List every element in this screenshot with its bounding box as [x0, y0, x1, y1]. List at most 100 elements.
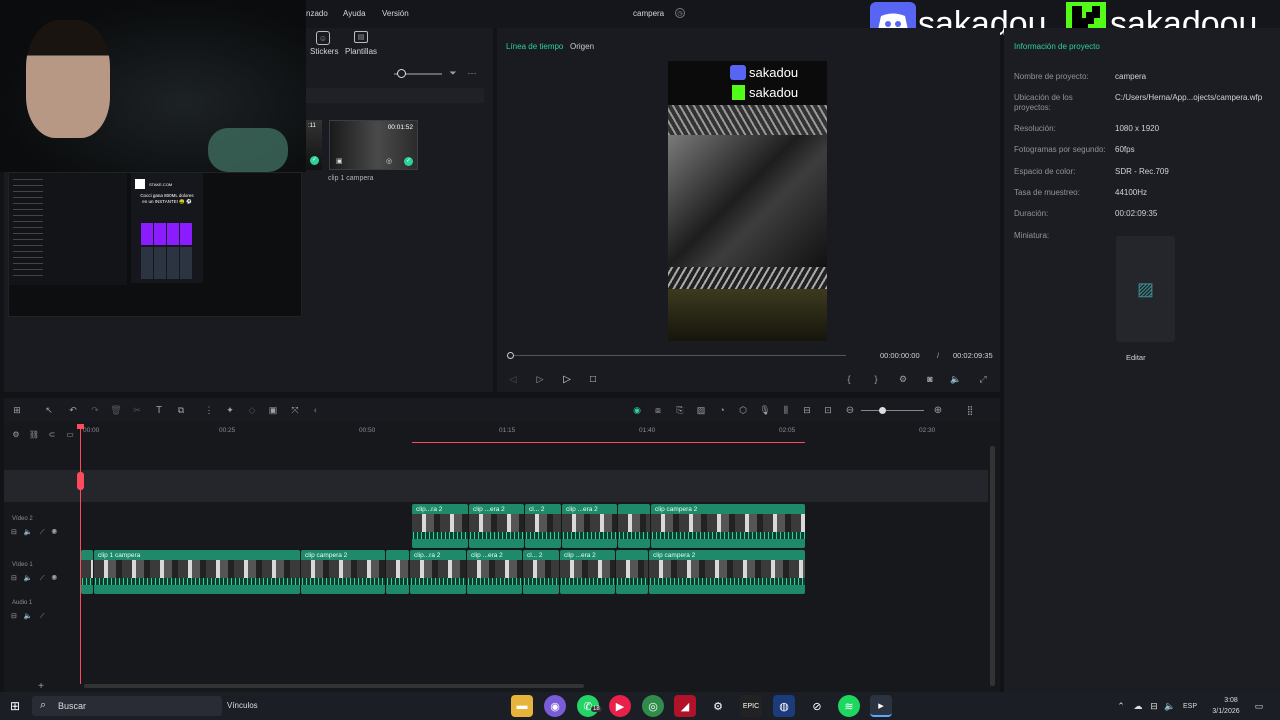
zoom-knob[interactable] — [879, 407, 886, 414]
timeline-clip[interactable]: clip campera 2 — [649, 550, 805, 594]
chrome-icon[interactable]: ◎ — [642, 695, 664, 717]
sticker-icon[interactable]: ☺ — [316, 31, 330, 45]
delete-icon[interactable]: 🗑 — [110, 404, 122, 416]
video1-track-controls[interactable]: ⊟🔈⟋◉ — [11, 574, 64, 583]
add-track-icon[interactable]: + — [36, 681, 46, 692]
app-icon[interactable]: ◉ — [544, 695, 566, 717]
timeline-clip[interactable]: clip ...era 2 — [467, 550, 522, 594]
game-app-icon[interactable]: ◢ — [674, 695, 696, 717]
media-thumb-partial[interactable]: :11 ✓ — [306, 120, 322, 170]
language-indicator[interactable]: ESP — [1183, 703, 1197, 710]
filmora-icon[interactable]: ▸ — [870, 695, 892, 717]
menu-item-version[interactable]: Versión — [382, 9, 409, 18]
mask-icon[interactable]: ⬡ — [737, 404, 749, 416]
playhead-handle[interactable] — [77, 424, 84, 429]
undo-icon[interactable]: ↶ — [67, 404, 79, 416]
timeline-clip[interactable]: cl... 2 — [523, 550, 559, 594]
spotify-icon[interactable]: ≋ — [838, 695, 860, 717]
tab-stickers[interactable]: Stickers — [310, 47, 338, 56]
zoom-out-icon[interactable]: ⊖ — [844, 404, 856, 416]
settings-gear-icon[interactable]: ⚙ — [707, 695, 729, 717]
play-icon[interactable]: ▷ — [561, 373, 573, 385]
cloud-icon[interactable]: ☁ — [1133, 701, 1143, 711]
playhead[interactable] — [80, 424, 81, 684]
properties-header[interactable]: Información de proyecto — [1014, 42, 1100, 51]
tab-timeline[interactable]: Línea de tiempo — [506, 42, 563, 51]
video-preview[interactable]: sakadou sakadou — [668, 61, 827, 341]
mark-in-icon[interactable]: { — [843, 373, 855, 385]
work-area-range[interactable] — [412, 442, 805, 443]
edit-thumbnail-button[interactable]: Editar — [1126, 353, 1146, 362]
text-icon[interactable]: T — [153, 404, 165, 416]
game-bar-icon[interactable]: ⊘ — [806, 695, 828, 717]
timeline-clip[interactable]: clip...ra 2 — [412, 504, 468, 548]
keyframe-icon[interactable]: ◇ — [246, 404, 258, 416]
snapshot-icon[interactable]: ◙ — [924, 373, 936, 385]
tab-templates[interactable]: Plantillas — [345, 47, 377, 56]
ai-assistant-icon[interactable]: ◉ — [631, 404, 643, 416]
crop-icon[interactable]: ⧉ — [175, 404, 187, 416]
windows-start-icon[interactable]: ⊞ — [8, 699, 22, 713]
export-clip-icon[interactable]: ⎘ — [674, 404, 686, 416]
timeline-clip[interactable]: clip ...era 2 — [469, 504, 524, 548]
effects-icon[interactable]: ⋮ — [203, 404, 215, 416]
filter-icon[interactable]: ⏷ — [447, 67, 459, 79]
vertical-scrollbar[interactable] — [990, 446, 995, 686]
tab-origin[interactable]: Origen — [570, 42, 594, 51]
menu-item-start[interactable]: nzado — [306, 9, 328, 18]
slider-knob[interactable] — [397, 69, 406, 78]
timeline-clip[interactable]: clip ...era 2 — [562, 504, 617, 548]
notification-icon[interactable]: ▭ — [1253, 700, 1265, 712]
select-tool-icon[interactable]: ↖ — [43, 404, 55, 416]
timeline-clip[interactable]: cl... 2 — [525, 504, 561, 548]
marker-icon[interactable]: ⊡ — [822, 404, 834, 416]
links-toolbar[interactable]: Vínculos — [227, 701, 258, 710]
preview-track-icon[interactable]: ▭ — [65, 429, 75, 439]
freeze-icon[interactable]: ▣ — [267, 404, 279, 416]
timeline-clip[interactable] — [616, 550, 648, 594]
volume-icon[interactable]: 🔈 — [950, 373, 962, 385]
thumbnail-placeholder[interactable]: ▨ — [1116, 236, 1175, 342]
menu-item-help[interactable]: Ayuda — [343, 9, 366, 18]
thumbnail-size-slider[interactable] — [394, 69, 442, 78]
track-settings-icon[interactable]: ⚙ — [11, 429, 21, 439]
previous-frame-icon[interactable]: ◁ — [507, 373, 519, 385]
zoom-slider[interactable] — [861, 407, 924, 414]
transform-icon[interactable]: ⤧ — [289, 404, 301, 416]
timeline-clip[interactable]: clip 1 campera — [94, 550, 300, 594]
video2-track-controls[interactable]: ⊟🔈⟋◉ — [11, 528, 64, 537]
timeline-clip[interactable] — [386, 550, 409, 594]
link-icon[interactable]: ⛓ — [29, 429, 39, 439]
subtitle-icon[interactable]: ⊟ — [801, 404, 813, 416]
search-box[interactable]: ⌕ Buscar — [32, 696, 222, 716]
zoom-in-icon[interactable]: ⊕ — [932, 404, 944, 416]
redo-icon[interactable]: ↷ — [89, 404, 101, 416]
steam-icon[interactable]: ◍ — [773, 695, 795, 717]
microphone-icon[interactable]: 🎙 — [759, 404, 771, 416]
split-icon[interactable]: ✂ — [131, 404, 143, 416]
timeline-clip[interactable]: clip ...era 2 — [560, 550, 615, 594]
magnet-icon[interactable]: ⊂ — [47, 429, 57, 439]
playhead-marker[interactable] — [77, 472, 84, 490]
epic-games-icon[interactable]: EPIC — [740, 695, 762, 717]
clock-time[interactable]: 3:08 — [1216, 697, 1246, 704]
fullscreen-icon[interactable]: ⤢ — [977, 373, 989, 385]
clock-date[interactable]: 3/1/2026 — [1206, 708, 1246, 715]
render-icon[interactable]: ⧈ — [652, 404, 664, 416]
timeline-ruler[interactable] — [80, 422, 990, 442]
network-icon[interactable]: ⊟ — [1149, 701, 1159, 711]
hide-icon[interactable]: ◎ — [386, 157, 392, 165]
playback-progress-knob[interactable] — [507, 352, 514, 359]
timeline-clip[interactable]: clip...ra 2 — [410, 550, 466, 594]
more-options-icon[interactable]: ⋯ — [466, 67, 478, 79]
motion-icon[interactable]: ◔ — [716, 404, 728, 416]
media-thumb-clip[interactable]: 00:01:52 ▣ ◎ ✓ — [329, 120, 418, 170]
timeline-clip[interactable]: clip campera 2 — [651, 504, 805, 548]
timeline-clip[interactable] — [81, 550, 93, 594]
grid-menu-icon[interactable]: ⣿ — [964, 404, 976, 416]
mark-out-icon[interactable]: } — [870, 373, 882, 385]
speaker-icon[interactable]: 🔈 — [1164, 701, 1175, 711]
tray-overflow-icon[interactable]: ⌃ — [1116, 701, 1126, 711]
timeline-clip[interactable] — [618, 504, 650, 548]
image-icon[interactable]: ▨ — [695, 404, 707, 416]
